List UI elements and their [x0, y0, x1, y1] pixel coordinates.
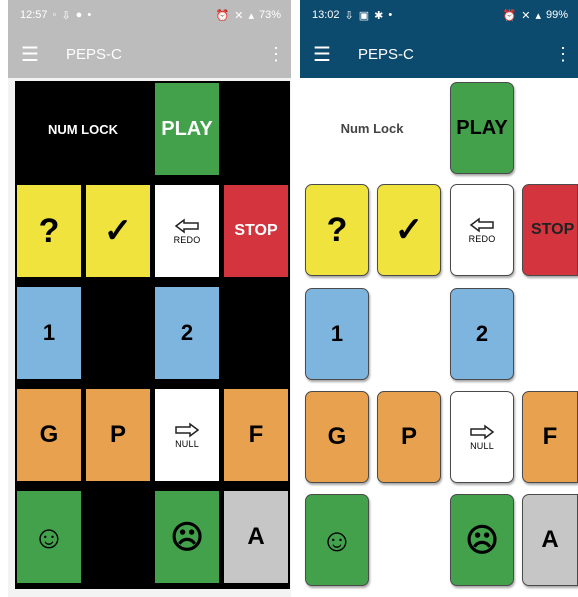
- right-phone-screen: 13:02 ⇩ ▣ ✱ • ⏰ ✕ ▴ 99% ☰ PEPS-C ⋮ Num L…: [300, 0, 578, 597]
- happy-face-button[interactable]: ☺: [305, 494, 369, 586]
- p-button[interactable]: P: [377, 391, 441, 483]
- app-title: PEPS-C: [66, 45, 122, 63]
- app-bar: ☰ PEPS-C ⋮: [8, 30, 291, 78]
- number-2-button[interactable]: 2: [155, 287, 219, 379]
- symbol-grid: NUM LOCK PLAY ? ✓ REDO STOP 1 2 G P NULL: [15, 81, 290, 589]
- mute-icon: ✕: [521, 9, 531, 22]
- status-time: 13:02: [312, 9, 340, 21]
- num-lock-label[interactable]: NUM LOCK: [17, 83, 149, 175]
- battery-percent: 99%: [545, 9, 568, 21]
- download-icon: ⇩: [61, 9, 71, 22]
- message-icon: ●: [75, 9, 83, 21]
- status-bar: 13:02 ⇩ ▣ ✱ • ⏰ ✕ ▴ 99%: [300, 0, 578, 30]
- signal-icon: ▴: [535, 9, 541, 22]
- app-title: PEPS-C: [358, 45, 414, 63]
- check-button[interactable]: ✓: [377, 184, 441, 276]
- number-2-button[interactable]: 2: [450, 288, 514, 380]
- redo-label: REDO: [173, 234, 201, 245]
- question-button[interactable]: ?: [305, 184, 369, 276]
- dot-icon: •: [87, 9, 92, 21]
- symbol-grid: Num Lock PLAY ? ✓ REDO STOP 1 2 G P NULL: [300, 78, 578, 597]
- image-icon: ▣: [358, 9, 370, 22]
- a-button[interactable]: A: [224, 491, 288, 583]
- null-label: NULL: [175, 438, 199, 449]
- mute-icon: ✕: [234, 9, 244, 22]
- stop-button[interactable]: STOP: [522, 184, 578, 276]
- number-1-button[interactable]: 1: [17, 287, 81, 379]
- g-button[interactable]: G: [17, 389, 81, 481]
- sad-face-button[interactable]: ☹: [450, 494, 514, 586]
- p-button[interactable]: P: [86, 389, 150, 481]
- num-lock-label[interactable]: Num Lock: [304, 82, 440, 174]
- f-button[interactable]: F: [522, 391, 578, 483]
- more-options-icon[interactable]: ⋮: [554, 44, 572, 65]
- play-button[interactable]: PLAY: [155, 83, 219, 175]
- redo-button[interactable]: REDO: [155, 185, 219, 277]
- arrow-right-icon: [470, 424, 495, 439]
- f-button[interactable]: F: [224, 389, 288, 481]
- dot-icon: •: [388, 9, 393, 21]
- status-time: 12:57: [20, 9, 48, 21]
- download-icon: ⇩: [344, 9, 354, 22]
- number-1-button[interactable]: 1: [305, 288, 369, 380]
- settings-icon: ✱: [374, 9, 384, 22]
- happy-face-button[interactable]: ☺: [17, 491, 81, 583]
- question-button[interactable]: ?: [17, 185, 81, 277]
- alarm-icon: ⏰: [215, 9, 230, 22]
- redo-label: REDO: [468, 233, 496, 244]
- check-button[interactable]: ✓: [86, 185, 150, 277]
- status-bar: 12:57 ◦ ⇩ ● • ⏰ ✕ ▴ 73%: [8, 0, 291, 30]
- null-button[interactable]: NULL: [450, 391, 514, 483]
- null-button[interactable]: NULL: [155, 389, 219, 481]
- hamburger-menu-icon[interactable]: ☰: [310, 42, 334, 67]
- alarm-icon: ⏰: [502, 9, 517, 22]
- battery-percent: 73%: [258, 9, 281, 21]
- hamburger-menu-icon[interactable]: ☰: [18, 42, 42, 67]
- null-label: NULL: [470, 440, 494, 451]
- a-button[interactable]: A: [522, 494, 578, 586]
- sad-face-button[interactable]: ☹: [155, 491, 219, 583]
- app-bar: ☰ PEPS-C ⋮: [300, 30, 578, 78]
- arrow-left-icon: [469, 217, 494, 232]
- redo-button[interactable]: REDO: [450, 184, 514, 276]
- play-button[interactable]: PLAY: [450, 82, 514, 174]
- more-options-icon[interactable]: ⋮: [267, 44, 285, 65]
- arrow-right-icon: [175, 422, 200, 437]
- stop-button[interactable]: STOP: [224, 185, 288, 277]
- notification-icon: ◦: [52, 9, 57, 21]
- left-phone-screen: 12:57 ◦ ⇩ ● • ⏰ ✕ ▴ 73% ☰ PEPS-C ⋮ NUM L…: [8, 0, 291, 597]
- arrow-left-icon: [174, 218, 199, 233]
- g-button[interactable]: G: [305, 391, 369, 483]
- signal-icon: ▴: [248, 9, 254, 22]
